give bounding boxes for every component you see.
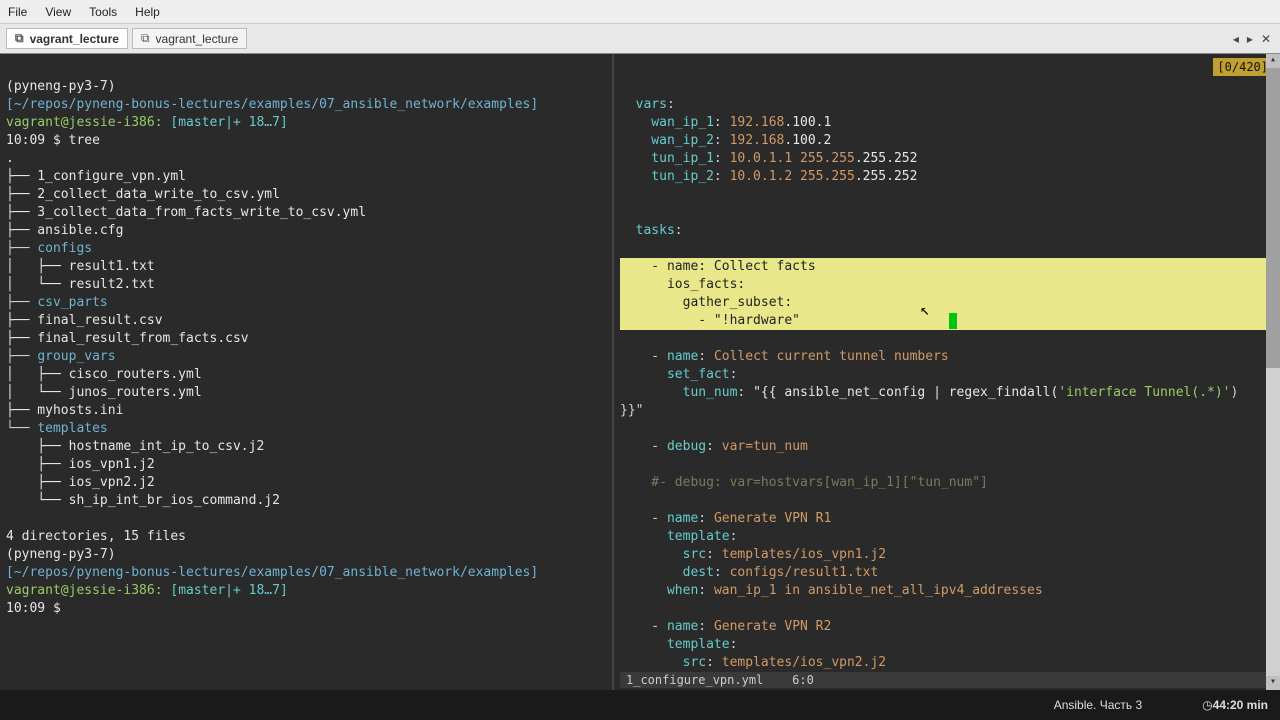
list-item: ├── ansible.cfg — [6, 223, 123, 238]
video-time: 44:20 min — [1213, 698, 1268, 712]
list-item: ├── ios_vpn1.j2 — [6, 457, 155, 472]
list-item: ├── ├── configsconfigs — [6, 241, 92, 256]
tab-2[interactable]: ⧉ vagrant_lecture — [132, 28, 247, 49]
host-label: vagrant@jessie-i386: — [6, 115, 163, 130]
list-item: ├── csv_parts — [6, 295, 108, 310]
prompt-tree: 10:09 $ tree — [6, 133, 100, 148]
tab-2-label: vagrant_lecture — [156, 32, 239, 46]
vim-statusline: 1_configure_vpn.yml 6:0 — [620, 672, 1274, 688]
menu-file[interactable]: File — [8, 5, 27, 19]
cwd-path: [~/repos/pyneng-bonus-lectures/examples/… — [6, 565, 538, 580]
list-item: └── sh_ip_int_br_ios_command.j2 — [6, 493, 280, 508]
tree-summary: 4 directories, 15 files — [6, 529, 186, 544]
scroll-down-icon[interactable]: ▾ — [1266, 676, 1280, 690]
list-item: │ ├── cisco_routers.yml — [6, 367, 202, 382]
git-branch: [master|+ 18…7] — [163, 583, 288, 598]
highlighted-block: - "!hardware" — [620, 312, 1274, 330]
list-item: │ └── junos_routers.yml — [6, 385, 202, 400]
scroll-up-icon[interactable]: ▴ — [1266, 54, 1280, 68]
list-item: ├── 3_collect_data_from_facts_write_to_c… — [6, 205, 366, 220]
cursor-block — [949, 313, 957, 329]
tab-close-icon[interactable]: ✕ — [1258, 32, 1274, 46]
workspace: (pyneng-py3-7) [~/repos/pyneng-bonus-lec… — [0, 54, 1280, 690]
scrollbar[interactable]: ▴ ▾ — [1266, 54, 1280, 690]
terminal-left-pane[interactable]: (pyneng-py3-7) [~/repos/pyneng-bonus-lec… — [0, 54, 614, 690]
tab-1[interactable]: ⧉ vagrant_lecture — [6, 28, 128, 49]
venv-label: (pyneng-py3-7) — [6, 547, 116, 562]
video-title: Ansible. Часть 3 — [1054, 698, 1142, 712]
tab-next-icon[interactable]: ▸ — [1244, 32, 1256, 46]
yaml-key: tun_ip_2 — [620, 169, 714, 184]
editor-right-pane[interactable]: [0/420] vars: wan_ip_1: 192.168.100.1 wa… — [614, 54, 1280, 690]
yaml-key: wan_ip_1 — [620, 115, 714, 130]
counter-badge: [0/420] — [1213, 58, 1272, 76]
menu-view[interactable]: View — [45, 5, 71, 19]
list-item: │ ├── result1.txt — [6, 259, 155, 274]
yaml-key: tasks — [620, 223, 675, 238]
list-item: │ └── result2.txt — [6, 277, 155, 292]
tab-prev-icon[interactable]: ◂ — [1230, 32, 1242, 46]
terminal-icon: ⧉ — [141, 31, 150, 46]
prompt: 10:09 $ — [6, 601, 69, 616]
cwd-path: [~/repos/pyneng-bonus-lectures/examples/… — [6, 97, 538, 112]
tree-dot: . — [6, 151, 14, 166]
menu-help[interactable]: Help — [135, 5, 160, 19]
highlighted-block: ios_facts: — [620, 276, 1274, 294]
list-item: ├── final_result_from_facts.csv — [6, 331, 249, 346]
yaml-key: wan_ip_2 — [620, 133, 714, 148]
menubar: File View Tools Help — [0, 0, 1280, 24]
menu-tools[interactable]: Tools — [89, 5, 117, 19]
yaml-key: vars — [620, 97, 667, 112]
highlighted-block: - name: Collect facts — [620, 258, 1274, 276]
venv-label: (pyneng-py3-7) — [6, 79, 116, 94]
terminal-icon: ⧉ — [15, 31, 24, 46]
yaml-key: tun_ip_1 — [620, 151, 714, 166]
highlighted-block: gather_subset: — [620, 294, 1274, 312]
tab-1-label: vagrant_lecture — [30, 32, 119, 46]
scroll-thumb[interactable] — [1266, 68, 1280, 368]
host-label: vagrant@jessie-i386: — [6, 583, 163, 598]
tab-nav: ◂ ▸ ✕ — [1230, 32, 1274, 46]
list-item: ├── ios_vpn2.j2 — [6, 475, 155, 490]
tabbar: ⧉ vagrant_lecture ⧉ vagrant_lecture ◂ ▸ … — [0, 24, 1280, 54]
list-item: └── templates — [6, 421, 108, 436]
clock-icon: ◷ — [1202, 698, 1212, 712]
list-item: ├── myhosts.ini — [6, 403, 123, 418]
git-branch: [master|+ 18…7] — [163, 115, 288, 130]
list-item: ├── group_vars — [6, 349, 116, 364]
comment: #- debug: var=hostvars[wan_ip_1]["tun_nu… — [620, 475, 988, 490]
list-item: ├── hostname_int_ip_to_csv.j2 — [6, 439, 264, 454]
list-item: ├── 1_configure_vpn.yml — [6, 169, 186, 184]
video-footer: Ansible. Часть 3 ◷ 44:20 min — [0, 690, 1280, 720]
list-item: ├── final_result.csv — [6, 313, 163, 328]
list-item: ├── 2_collect_data_write_to_csv.yml — [6, 187, 280, 202]
